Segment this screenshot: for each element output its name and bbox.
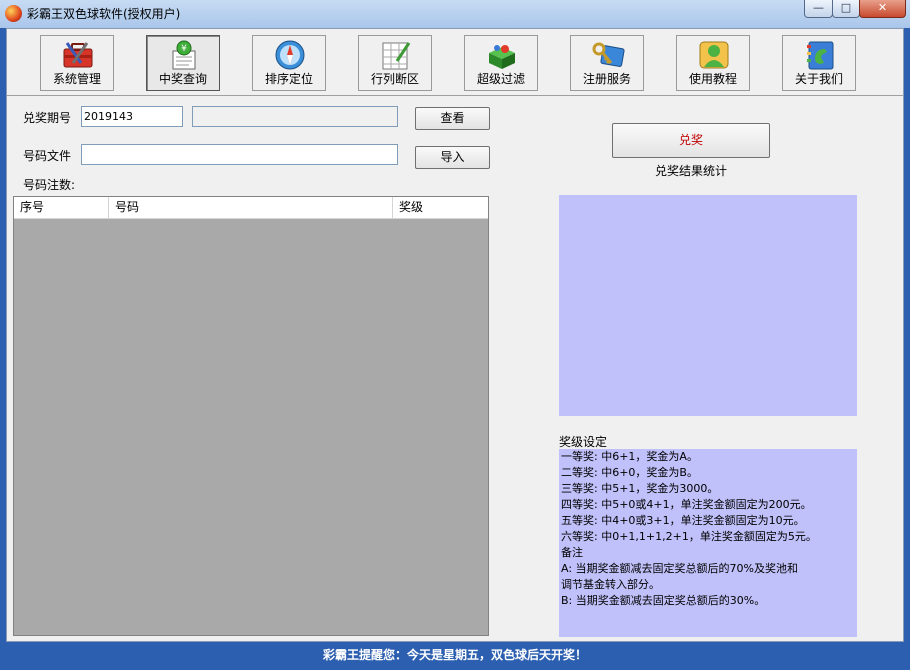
window-title: 彩霸王双色球软件(授权用户) [27, 7, 181, 21]
app-logo-icon [5, 5, 22, 22]
row-column-zone-button[interactable]: 行列断区 [358, 35, 432, 91]
toolbar-label: 关于我们 [794, 72, 843, 86]
main-window: 系统管理 ¥ 中奖查询 排序定位 行列断区 超级过滤 注册服务 使用教程 关于我… [6, 28, 904, 642]
users-icon [699, 41, 729, 69]
sort-position-button[interactable]: 排序定位 [252, 35, 326, 91]
prize-line: 五等奖: 中4+0或3+1，单注奖金额固定为10元。 [561, 514, 805, 527]
column-header-index[interactable]: 序号 [14, 197, 109, 218]
period-input[interactable]: 2019143 [81, 106, 183, 127]
column-header-prize-level[interactable]: 奖级 [393, 197, 488, 218]
about-us-button[interactable]: 关于我们 [782, 35, 856, 91]
prize-line: B: 当期奖金额减去固定奖总额后的30%。 [561, 594, 766, 607]
toolbar-label: 注册服务 [582, 72, 631, 86]
minimize-button[interactable]: — [804, 0, 833, 18]
count-label: 号码注数: [23, 178, 76, 192]
toolbar-label: 排序定位 [264, 72, 313, 86]
tutorial-button[interactable]: 使用教程 [676, 35, 750, 91]
import-button[interactable]: 导入 [415, 146, 490, 169]
compass-icon [275, 40, 305, 70]
period-result-field [192, 106, 398, 127]
period-label: 兑奖期号 [23, 111, 72, 125]
close-button[interactable]: ✕ [859, 0, 906, 18]
svg-text:¥: ¥ [181, 44, 187, 54]
super-filter-button[interactable]: 超级过滤 [464, 35, 538, 91]
award-check-icon: ¥ [172, 40, 196, 70]
prize-settings-panel: 一等奖: 中6+1，奖金为A。 二等奖: 中6+0，奖金为B。 三等奖: 中5+… [559, 449, 857, 637]
prize-query-button[interactable]: ¥ 中奖查询 [146, 35, 220, 91]
prize-line: 一等奖: 中6+1，奖金为A。 [561, 450, 698, 463]
system-management-button[interactable]: 系统管理 [40, 35, 114, 91]
toolbar-label: 中奖查询 [158, 72, 207, 86]
prize-settings-title: 奖级设定 [559, 435, 608, 449]
file-input[interactable] [81, 144, 398, 165]
maximize-button[interactable]: □ [832, 0, 860, 18]
toolbar: 系统管理 ¥ 中奖查询 排序定位 行列断区 超级过滤 注册服务 使用教程 关于我… [7, 29, 903, 96]
registration-service-button[interactable]: 注册服务 [570, 35, 644, 91]
stats-panel [559, 195, 857, 416]
phone-book-icon [807, 41, 834, 70]
prize-line: 六等奖: 中0+1,1+1,2+1，单注奖金额固定为5元。 [561, 530, 817, 543]
prize-line: 调节基金转入部分。 [561, 578, 660, 591]
prize-line: 二等奖: 中6+0，奖金为B。 [561, 466, 698, 479]
toolbox-icon [63, 42, 93, 68]
redeem-button[interactable]: 兑奖 [612, 123, 770, 158]
file-label: 号码文件 [23, 149, 72, 163]
prize-line: A: 当期奖金额减去固定奖总额后的70%及奖池和 [561, 562, 798, 575]
status-message: 彩霸王提醒您：今天是星期五，双色球后天开奖！ [322, 648, 587, 662]
toolbar-label: 超级过滤 [476, 72, 525, 86]
stats-title: 兑奖结果统计 [654, 164, 727, 178]
view-button[interactable]: 查看 [415, 107, 490, 130]
toolbar-label: 使用教程 [688, 72, 737, 86]
filter-box-icon [489, 45, 515, 69]
key-card-icon [592, 42, 625, 67]
toolbar-label: 行列断区 [370, 72, 419, 86]
prize-line: 备注 [561, 546, 583, 559]
toolbar-label: 系统管理 [52, 72, 101, 86]
list-header: 序号 号码 奖级 [14, 197, 488, 219]
column-header-number[interactable]: 号码 [109, 197, 393, 218]
prize-line: 三等奖: 中5+1，奖金为3000。 [561, 482, 719, 495]
results-list[interactable]: 序号 号码 奖级 [13, 196, 489, 636]
status-bar: 彩霸王提醒您：今天是星期五，双色球后天开奖！ [0, 642, 910, 670]
grid-edit-icon [382, 42, 411, 70]
prize-line: 四等奖: 中5+0或4+1，单注奖金额固定为200元。 [561, 498, 812, 511]
title-bar[interactable]: 彩霸王双色球软件(授权用户) — □ ✕ [0, 0, 910, 28]
